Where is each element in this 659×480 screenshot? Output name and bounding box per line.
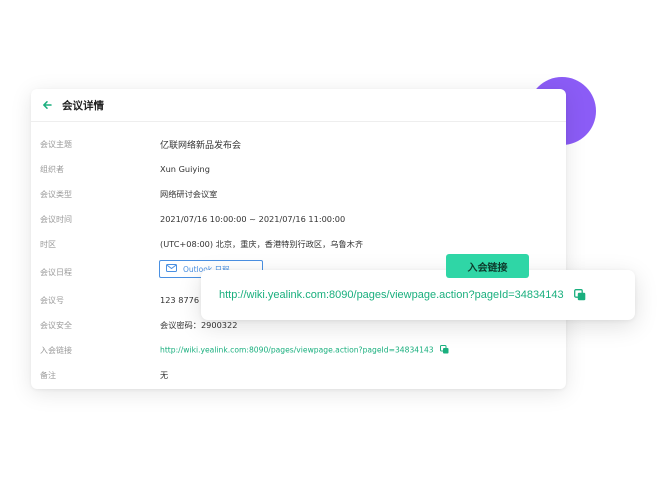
mail-icon [166,264,177,274]
row-timezone: 时区 (UTC+08:00) 北京，重庆，香港特别行政区，乌鲁木齐 [31,234,566,254]
value-meeting-id: 123 8776 7 [160,295,207,305]
copy-icon[interactable] [439,344,449,356]
join-link-popup: http://wiki.yealink.com:8090/pages/viewp… [201,270,635,320]
value-time: 2021/07/16 10:00:00 ~ 2021/07/16 11:00:0… [160,214,346,224]
label-schedule: 会议日程 [40,267,72,277]
label-notes: 备注 [40,370,56,380]
popup-copy-icon[interactable] [573,289,586,301]
row-topic: 会议主题 亿联网络新品发布会 [31,134,566,154]
join-link[interactable]: http://wiki.yealink.com:8090/pages/viewp… [160,345,434,354]
value-security: 会议密码：2900322 [160,320,238,330]
meeting-detail-card: 会议详情 会议主题 亿联网络新品发布会 组织者 Xun Guiying 会议类型… [31,89,566,389]
label-time: 会议时间 [40,214,72,224]
row-join-link: 入会链接 http://wiki.yealink.com:8090/pages/… [31,340,566,360]
label-organizer: 组织者 [40,164,64,174]
row-notes: 备注 无 [31,365,566,385]
join-link-badge: 入会链接 [446,254,529,278]
label-type: 会议类型 [40,189,72,199]
value-notes: 无 [160,370,169,380]
value-topic: 亿联网络新品发布会 [160,140,242,151]
value-join-link: http://wiki.yealink.com:8090/pages/viewp… [160,344,449,356]
page-title: 会议详情 [62,99,104,112]
value-timezone: (UTC+08:00) 北京，重庆，香港特别行政区，乌鲁木齐 [160,239,364,249]
row-organizer: 组织者 Xun Guiying [31,159,566,179]
value-type: 网络研讨会议室 [160,189,218,199]
card-header: 会议详情 [31,89,566,122]
label-topic: 会议主题 [40,139,72,149]
popup-join-link[interactable]: http://wiki.yealink.com:8090/pages/viewp… [219,289,564,301]
row-type: 会议类型 网络研讨会议室 [31,184,566,204]
back-arrow-icon[interactable] [39,97,55,113]
label-join-link: 入会链接 [40,345,72,355]
label-meeting-id: 会议号 [40,295,64,305]
row-time: 会议时间 2021/07/16 10:00:00 ~ 2021/07/16 11… [31,209,566,229]
value-organizer: Xun Guiying [160,164,210,174]
label-security: 会议安全 [40,320,72,330]
label-timezone: 时区 [40,239,56,249]
